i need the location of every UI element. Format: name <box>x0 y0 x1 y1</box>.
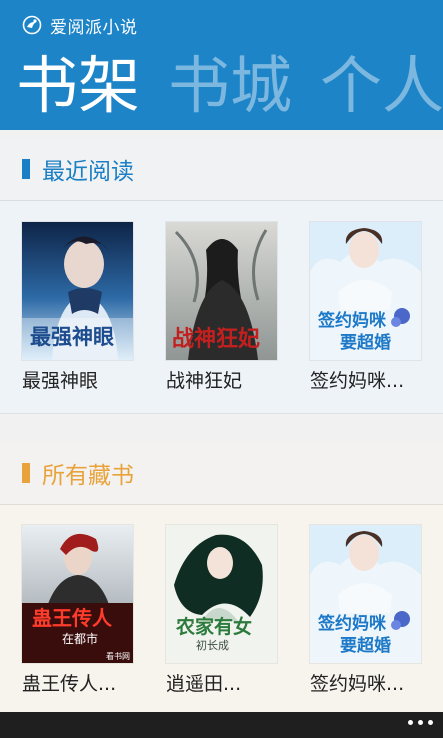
book-title: 最强神眼 <box>22 370 99 392</box>
app-logo-icon <box>22 15 42 35</box>
book-item[interactable]: 签约妈咪 要超婚 签约妈咪... <box>310 525 434 696</box>
cover-text: 要超婚 <box>340 635 391 656</box>
cover-text: 最强神眼 <box>30 324 114 349</box>
book-cover[interactable]: 农家有女 初长成 <box>166 525 277 663</box>
book-title: 战神狂妃 <box>166 370 243 392</box>
book-cover[interactable]: 签约妈咪 要超婚 <box>310 525 421 663</box>
header: 爱阅派小说 书架 书城 个人 <box>0 0 443 130</box>
cover-text: 要超婚 <box>340 332 391 353</box>
cover-text: 战神狂妃 <box>172 326 260 352</box>
collection-section-header[interactable]: 所有藏书 <box>0 442 443 505</box>
cover-imprint: 看书网 <box>106 651 130 661</box>
app-bar <box>0 712 443 738</box>
book-cover[interactable]: 战神狂妃 <box>166 222 277 360</box>
pivot-tab-bookstore[interactable]: 书城 <box>168 46 292 126</box>
cover-text: 农家有女 <box>175 615 252 638</box>
book-title: 签约妈咪... <box>310 673 405 695</box>
book-cover[interactable]: 签约妈咪 要超婚 <box>310 222 421 360</box>
pivot-tab-personal[interactable]: 个人 <box>320 46 443 126</box>
app-title-row: 爱阅派小说 <box>22 12 138 38</box>
book-item[interactable]: 最强神眼 最强神眼 <box>22 222 146 393</box>
pivot-tab-bookshelf[interactable]: 书架 <box>16 46 140 126</box>
recent-section-header[interactable]: 最近阅读 <box>0 138 443 201</box>
cover-subtext: 初长成 <box>196 638 229 652</box>
app-title: 爱阅派小说 <box>50 17 138 38</box>
collection-books: 蛊王传人 在都市 看书网 蛊王传人... 农家有女 初长成 逍遥田... 签约妈… <box>0 505 443 712</box>
collection-section-marker <box>22 463 30 483</box>
recent-section-marker <box>22 159 30 179</box>
dot <box>408 720 413 725</box>
pivot: 书架 书城 个人 <box>16 46 443 126</box>
app-root: 爱阅派小说 书架 书城 个人 最近阅读 最强神眼 最强神眼 战神狂妃 战神狂妃 … <box>0 0 443 738</box>
cover-subtext: 在都市 <box>62 631 98 646</box>
cover-text: 签约妈咪 <box>317 310 387 331</box>
collection-section-title: 所有藏书 <box>42 463 134 489</box>
book-item[interactable]: 战神狂妃 战神狂妃 <box>166 222 290 393</box>
more-dots-icon[interactable] <box>406 716 435 729</box>
book-title: 逍遥田... <box>166 673 242 695</box>
recent-section-title: 最近阅读 <box>42 159 134 185</box>
cover-text: 签约妈咪 <box>317 613 387 634</box>
book-title: 蛊王传人... <box>22 673 117 695</box>
cover-text: 蛊王传人 <box>32 606 113 630</box>
book-item[interactable]: 农家有女 初长成 逍遥田... <box>166 525 290 696</box>
book-cover[interactable]: 蛊王传人 在都市 看书网 <box>22 525 133 663</box>
book-item[interactable]: 蛊王传人 在都市 看书网 蛊王传人... <box>22 525 146 696</box>
dot <box>418 720 423 725</box>
book-item[interactable]: 签约妈咪 要超婚 签约妈咪... <box>310 222 434 393</box>
book-title: 签约妈咪... <box>310 370 405 392</box>
dot <box>428 720 433 725</box>
book-cover[interactable]: 最强神眼 <box>22 222 133 360</box>
recent-books: 最强神眼 最强神眼 战神狂妃 战神狂妃 签约妈咪 要超婚 签约妈咪... <box>0 201 443 414</box>
